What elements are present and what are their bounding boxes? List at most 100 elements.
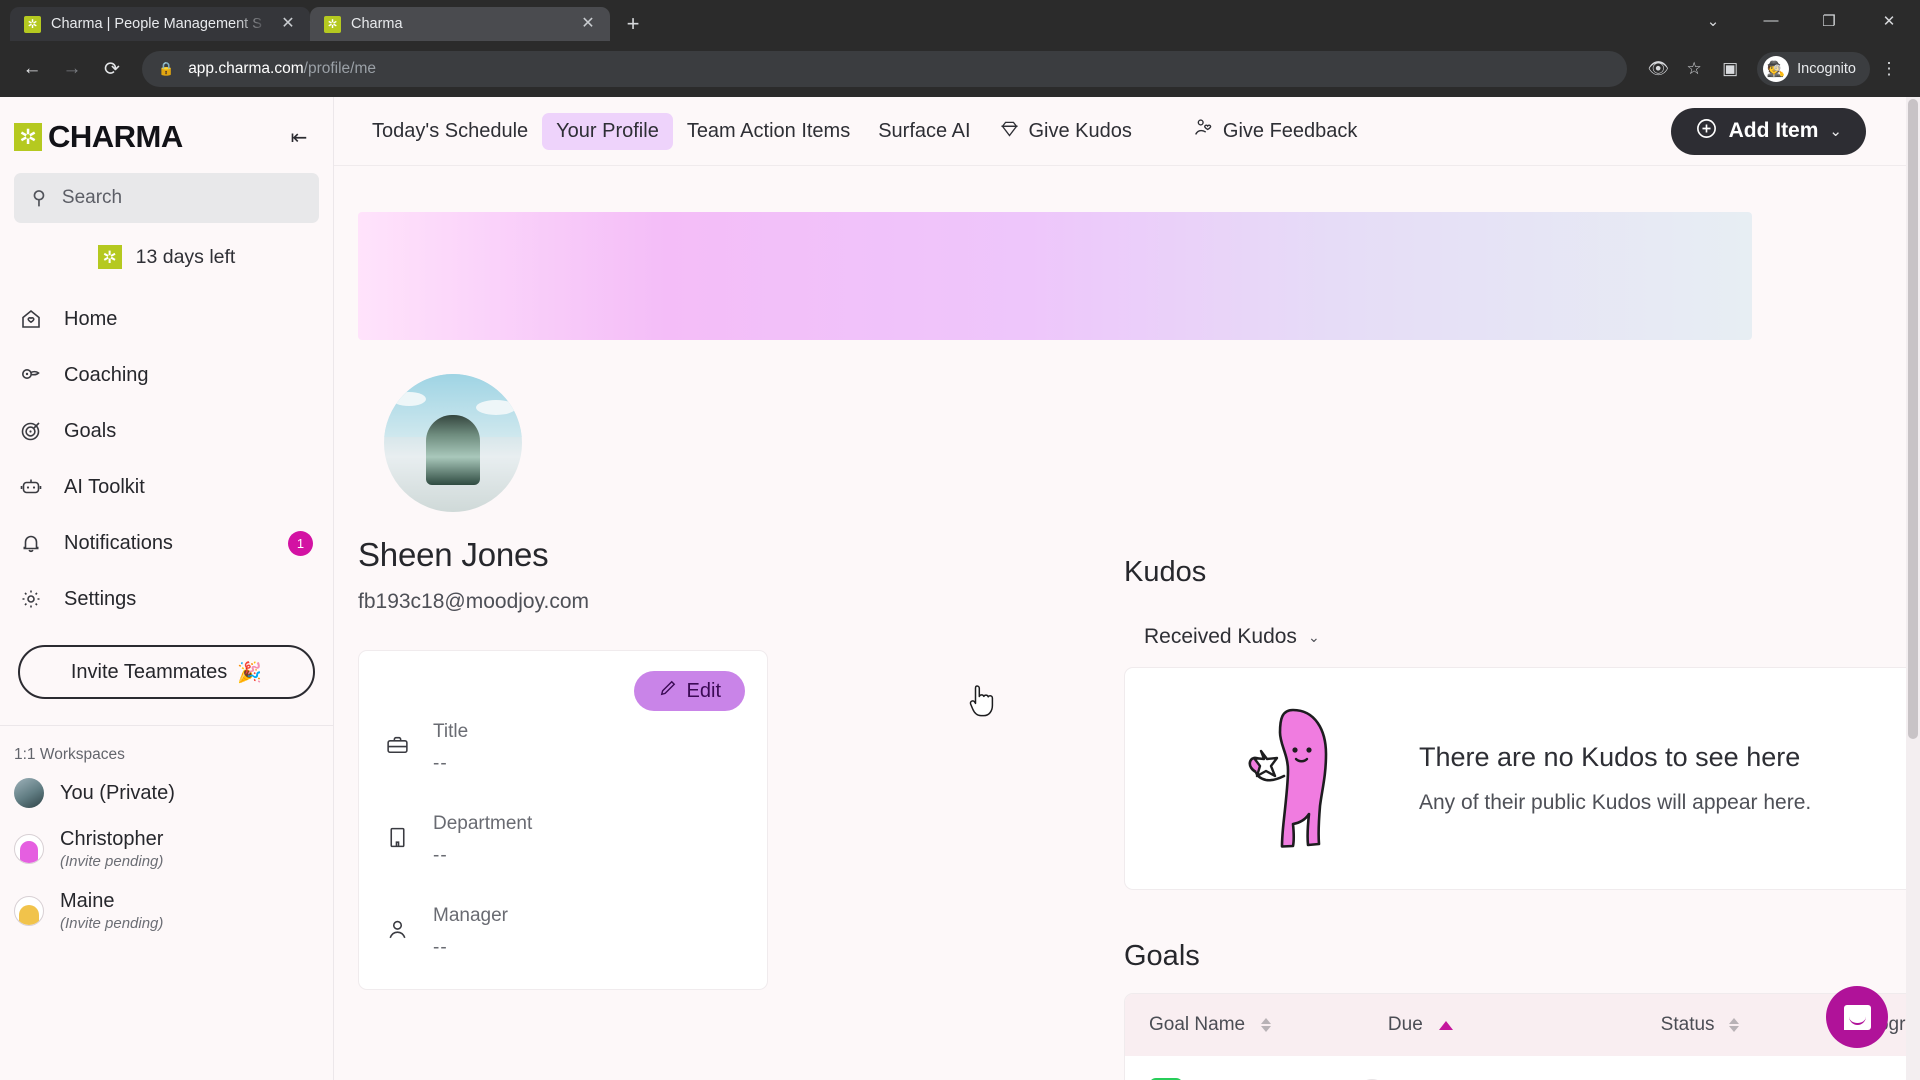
invite-teammates-button[interactable]: Invite Teammates 🎉 [18, 645, 315, 699]
person-icon [385, 905, 411, 947]
search-container: ⚲ [0, 167, 333, 223]
kebab-menu-icon[interactable]: ⋮ [1872, 52, 1906, 86]
browser-tab-2[interactable]: ✲ Charma ✕ [310, 7, 610, 41]
sidebar-item-settings[interactable]: Settings [0, 571, 333, 627]
search-box[interactable]: ⚲ [14, 173, 319, 223]
workspace-name: You (Private) [60, 781, 175, 804]
tab-todays-schedule[interactable]: Today's Schedule [358, 113, 542, 150]
sidebar-item-label: Settings [64, 587, 137, 610]
kudos-filter-dropdown[interactable]: Received Kudos ⌄ [1144, 625, 1320, 649]
charma-star-icon: ✲ [14, 123, 42, 151]
tab-your-profile[interactable]: Your Profile [542, 112, 673, 150]
browser-tab-1[interactable]: ✲ Charma | People Management S ✕ [10, 7, 310, 41]
sidebar-item-notifications[interactable]: Notifications 1 [0, 515, 333, 571]
page-title: Sheen Jones [358, 536, 549, 573]
intercom-messenger-icon[interactable] [1826, 986, 1888, 1048]
sidebar-item-label: Home [64, 307, 118, 330]
sidebar-nav: Home Coaching Goals AI Toolkit Notificat… [0, 279, 333, 627]
app-shell: ✲ CHARMA ⇤ ⚲ ✲ 13 days left Home [0, 97, 1920, 1080]
tab-label: Today's Schedule [372, 119, 529, 142]
address-bar[interactable]: 🔒 app.charma.com/profile/me [142, 51, 1628, 87]
edit-button[interactable]: Edit [633, 671, 745, 711]
new-tab-button[interactable]: + [616, 7, 650, 41]
url-path: /profile/me [303, 60, 377, 77]
kudos-empty-text: There are no Kudos to see here Any of th… [1419, 742, 1811, 815]
invite-label: Invite Teammates [70, 660, 228, 683]
incognito-icon: 🕵 [1763, 56, 1790, 82]
browser-toolbar: ← → ⟳ 🔒 app.charma.com/profile/me 👁 ☆ ▣ … [0, 41, 1920, 97]
diamond-icon [999, 118, 1020, 145]
column-header-due[interactable]: Due [1388, 1014, 1661, 1036]
home-icon [18, 307, 44, 331]
workspace-item-christopher[interactable]: Christopher (Invite pending) [0, 818, 333, 880]
decorative-cloud [476, 400, 516, 415]
close-icon[interactable]: ✕ [578, 14, 598, 34]
brand-name: CHARMA [48, 119, 183, 154]
add-item-button[interactable]: Add Item ⌄ [1670, 107, 1866, 155]
window-controls: ⌄ — ❐ ✕ [1684, 0, 1920, 41]
pink-blob-with-star-illustration [1235, 704, 1363, 854]
tab-label: Team Action Items [686, 119, 851, 142]
avatar[interactable] [379, 369, 527, 517]
minimize-icon[interactable]: — [1742, 0, 1800, 41]
workspace-item-maine[interactable]: Maine (Invite pending) [0, 880, 333, 942]
reload-icon[interactable]: ⟳ [94, 51, 130, 87]
column-header-goal-name[interactable]: Goal Name [1149, 1014, 1388, 1036]
incognito-indicator[interactable]: 🕵 Incognito [1757, 52, 1870, 86]
eye-off-icon[interactable]: 👁 [1641, 52, 1675, 86]
close-window-icon[interactable]: ✕ [1858, 0, 1920, 41]
sidebar-item-label: Goals [64, 419, 117, 442]
star-icon[interactable]: ☆ [1677, 52, 1711, 86]
field-label: Department [433, 813, 533, 834]
hand-heart-icon [1192, 117, 1214, 145]
charma-star-icon: ✲ [24, 15, 41, 33]
tab-give-feedback[interactable]: Give Feedback [1178, 110, 1372, 152]
sidebar-item-home[interactable]: Home [0, 291, 333, 347]
column-label: Status [1660, 1014, 1715, 1035]
back-icon[interactable]: ← [14, 51, 50, 87]
profile-email: fb193c18@moodjoy.com [358, 590, 590, 613]
tab-strip: ✲ Charma | People Management S ✕ ✲ Charm… [0, 0, 1920, 41]
party-popper-icon: 🎉 [237, 661, 263, 684]
close-icon[interactable]: ✕ [278, 14, 298, 34]
sidebar-item-label: AI Toolkit [64, 475, 145, 498]
forward-icon[interactable]: → [54, 51, 90, 87]
briefcase-icon [385, 721, 411, 763]
sidebar-item-coaching[interactable]: Coaching [0, 347, 333, 403]
url-text: app.charma.com/profile/me [188, 60, 376, 78]
search-icon: ⚲ [32, 187, 46, 209]
table-row[interactable]: ⚡ Sales Dec 30, 2023 [1125, 1056, 1920, 1080]
kudos-empty-subtitle: Any of their public Kudos will appear he… [1419, 791, 1812, 814]
collapse-left-icon[interactable]: ⇤ [285, 123, 313, 151]
robot-icon [18, 475, 44, 499]
avatar-photo [426, 415, 480, 486]
sidebar-item-goals[interactable]: Goals [0, 403, 333, 459]
profile-column: Sheen Jones fb193c18@moodjoy.com Edit Ti… [358, 536, 768, 990]
scrollbar-thumb[interactable] [1908, 99, 1918, 739]
profile-field-department: Department -- [385, 813, 741, 867]
edit-label: Edit [686, 679, 721, 702]
profile-page: Sheen Jones fb193c18@moodjoy.com Edit Ti… [334, 166, 1920, 1080]
workspace-name: Christopher [60, 828, 164, 850]
column-label: Due [1387, 1014, 1423, 1035]
sidebar-item-ai-toolkit[interactable]: AI Toolkit [0, 459, 333, 515]
tab-search-icon[interactable]: ⌄ [1684, 0, 1742, 41]
trial-banner[interactable]: ✲ 13 days left [0, 223, 333, 279]
scrollbar[interactable] [1906, 97, 1920, 1080]
workspace-status: (Invite pending) [60, 915, 164, 932]
field-value: -- [433, 937, 448, 958]
tab-team-action-items[interactable]: Team Action Items [673, 113, 864, 150]
url-domain: app.charma.com [188, 60, 304, 77]
notification-badge: 1 [288, 530, 313, 556]
tab-give-kudos[interactable]: Give Kudos [985, 111, 1146, 152]
tab-surface-ai[interactable]: Surface AI [864, 113, 984, 150]
search-input[interactable] [61, 187, 301, 209]
target-icon [18, 419, 44, 443]
decorative-cloud [392, 392, 426, 406]
workspace-item-you[interactable]: You (Private) [0, 768, 333, 818]
avatar [14, 896, 44, 926]
side-panel-icon[interactable]: ▣ [1713, 52, 1747, 86]
sidebar-item-label: Notifications [64, 531, 173, 554]
maximize-icon[interactable]: ❐ [1800, 0, 1858, 41]
profile-banner [358, 212, 1752, 340]
